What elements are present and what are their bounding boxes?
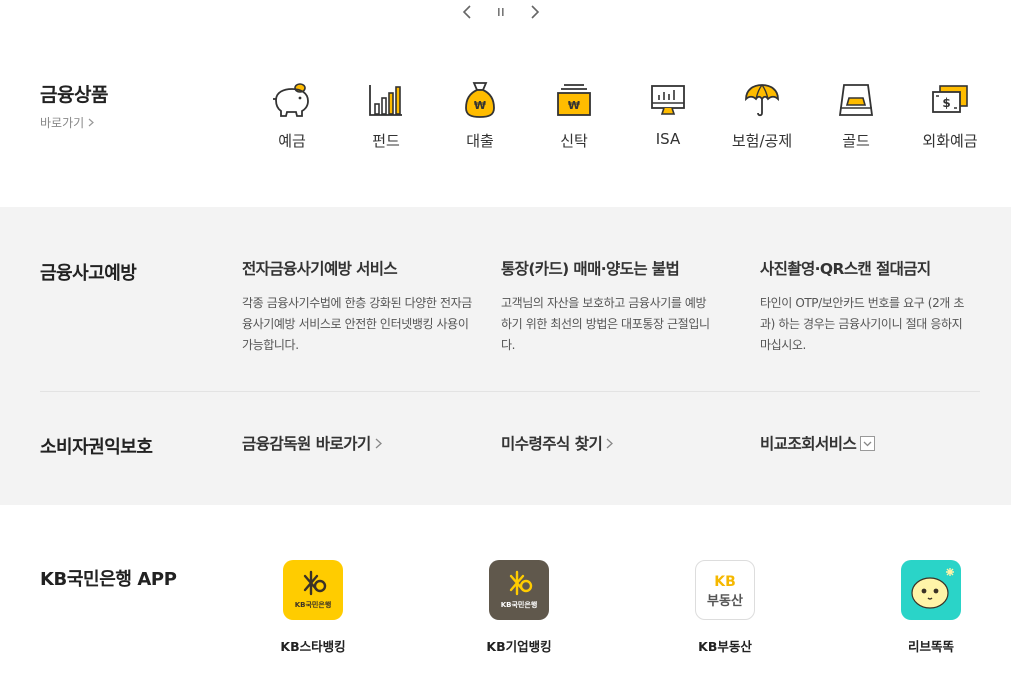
kb-real-estate-logo-icon: KB 부동산 bbox=[695, 560, 755, 620]
product-trust[interactable]: ₩ 신탁 bbox=[534, 78, 614, 151]
product-label: ISA bbox=[655, 130, 681, 148]
notice-account-trade[interactable]: 통장(카드) 매매·양도는 불법 고객님의 자산을 보호하고 금융사기를 예방하… bbox=[501, 257, 731, 356]
umbrella-icon bbox=[722, 78, 802, 122]
chevron-right-icon bbox=[375, 438, 382, 448]
fraud-prevention-title: 금융사고예방 bbox=[40, 263, 137, 284]
consumer-protection-title: 소비자권익보호 bbox=[40, 437, 153, 458]
svg-text:₩: ₩ bbox=[568, 99, 580, 112]
page: 금융상품 바로가기 예금 펀드 ₩ 대출 ₩ 신탁 ISA 보험/공제 골드 $… bbox=[0, 0, 1011, 678]
app-kb-business-banking[interactable]: KB국민은행 KB기업뱅킹 bbox=[459, 560, 579, 655]
product-label: 외화예금 bbox=[922, 132, 978, 150]
bar-chart-icon bbox=[346, 78, 426, 122]
kb-app-title: KB국민은행 APP bbox=[40, 569, 177, 590]
notice-description: 각종 금융사기수법에 한층 강화된 다양한 전자금융사기예방 서비스로 안전한 … bbox=[242, 296, 472, 352]
financial-products-section: 금융상품 바로가기 예금 펀드 ₩ 대출 ₩ 신탁 ISA 보험/공제 골드 $… bbox=[0, 40, 1011, 207]
notice-description: 고객님의 자산을 보호하고 금융사기를 예방하기 위한 최선의 방법은 대포통장… bbox=[501, 296, 710, 352]
notice-fraud-service[interactable]: 전자금융사기예방 서비스 각종 금융사기수법에 한층 강화된 다양한 전자금융사… bbox=[242, 257, 472, 356]
notice-description: 타인이 OTP/보안카드 번호를 요구 (2개 초과) 하는 경우는 금융사기이… bbox=[760, 296, 965, 352]
link-label: 미수령주식 찾기 bbox=[501, 435, 603, 453]
product-label: 예금 bbox=[278, 132, 306, 150]
kb-app-section: KB국민은행 APP KB국민은행 KB스타뱅킹 KB국민은행 KB기업뱅킹 K… bbox=[0, 505, 1011, 678]
security-section: 금융사고예방 전자금융사기예방 서비스 각종 금융사기수법에 한층 강화된 다양… bbox=[0, 207, 1011, 505]
product-isa[interactable]: ISA bbox=[628, 78, 708, 148]
app-kb-real-estate[interactable]: KB 부동산 KB부동산 bbox=[665, 560, 785, 655]
fss-shortcut-link[interactable]: 금융감독원 바로가기 bbox=[242, 432, 382, 454]
notice-photo-qr[interactable]: 사진촬영·QR스캔 절대금지 타인이 OTP/보안카드 번호를 요구 (2개 초… bbox=[760, 257, 990, 356]
app-name: 리브똑똑 bbox=[907, 639, 954, 654]
app-kb-star-banking[interactable]: KB국민은행 KB스타뱅킹 bbox=[253, 560, 373, 655]
comparison-service-dropdown[interactable]: 비교조회서비스 bbox=[760, 432, 876, 454]
kb-business-banking-logo-icon: KB국민은행 bbox=[489, 560, 549, 620]
product-loan[interactable]: ₩ 대출 bbox=[440, 78, 520, 151]
gold-bar-icon bbox=[816, 78, 896, 122]
product-label: 대출 bbox=[466, 132, 494, 150]
product-label: 펀드 bbox=[372, 132, 400, 150]
app-icon-text: KB bbox=[714, 574, 736, 590]
notice-title: 전자금융사기예방 서비스 bbox=[242, 260, 398, 278]
chevron-right-icon bbox=[606, 438, 614, 448]
product-label: 보험/공제 bbox=[731, 132, 793, 150]
products-shortcut-link[interactable]: 바로가기 bbox=[40, 114, 95, 131]
app-icon-text: 부동산 bbox=[707, 593, 743, 609]
product-foreign-deposit[interactable]: $ 외화예금 bbox=[910, 78, 990, 151]
app-name: KB스타뱅킹 bbox=[280, 639, 346, 654]
svg-text:₩: ₩ bbox=[474, 99, 486, 112]
chevron-right-icon bbox=[88, 118, 95, 127]
svg-text:$: $ bbox=[942, 96, 950, 110]
product-label: 골드 bbox=[842, 132, 870, 150]
carousel-controls bbox=[0, 0, 1011, 26]
money-bag-icon: ₩ bbox=[440, 78, 520, 122]
notice-title: 사진촬영·QR스캔 절대금지 bbox=[760, 260, 931, 278]
link-label: 비교조회서비스 bbox=[760, 435, 857, 453]
unclaimed-stock-link[interactable]: 미수령주식 찾기 bbox=[501, 432, 614, 454]
app-icon-text: KB국민은행 bbox=[501, 600, 538, 609]
foreign-currency-icon: $ bbox=[910, 78, 990, 122]
chevron-right-icon[interactable] bbox=[526, 3, 544, 21]
app-icon-text: KB국민은행 bbox=[295, 600, 332, 609]
product-deposit[interactable]: 예금 bbox=[252, 78, 332, 151]
piggy-bank-icon bbox=[252, 78, 332, 122]
monitor-chart-icon bbox=[628, 78, 708, 122]
product-fund[interactable]: 펀드 bbox=[346, 78, 426, 151]
link-label: 금융감독원 바로가기 bbox=[242, 435, 371, 453]
products-title: 금융상품 bbox=[40, 84, 108, 106]
dropdown-box-icon bbox=[860, 435, 876, 451]
liiv-ttokttok-logo-icon bbox=[901, 560, 961, 620]
product-insurance[interactable]: 보험/공제 bbox=[722, 78, 802, 151]
pause-icon[interactable] bbox=[492, 3, 510, 21]
product-label: 신탁 bbox=[560, 132, 588, 150]
shortcut-label: 바로가기 bbox=[40, 116, 85, 130]
trust-box-icon: ₩ bbox=[534, 78, 614, 122]
kb-star-banking-logo-icon: KB국민은행 bbox=[283, 560, 343, 620]
app-liiv-ttokttok[interactable]: 리브똑똑 bbox=[871, 560, 991, 655]
chevron-left-icon[interactable] bbox=[458, 3, 476, 21]
section-divider bbox=[40, 391, 980, 392]
app-name: KB부동산 bbox=[698, 639, 752, 654]
notice-title: 통장(카드) 매매·양도는 불법 bbox=[501, 260, 680, 278]
app-name: KB기업뱅킹 bbox=[486, 639, 552, 654]
product-gold[interactable]: 골드 bbox=[816, 78, 896, 151]
